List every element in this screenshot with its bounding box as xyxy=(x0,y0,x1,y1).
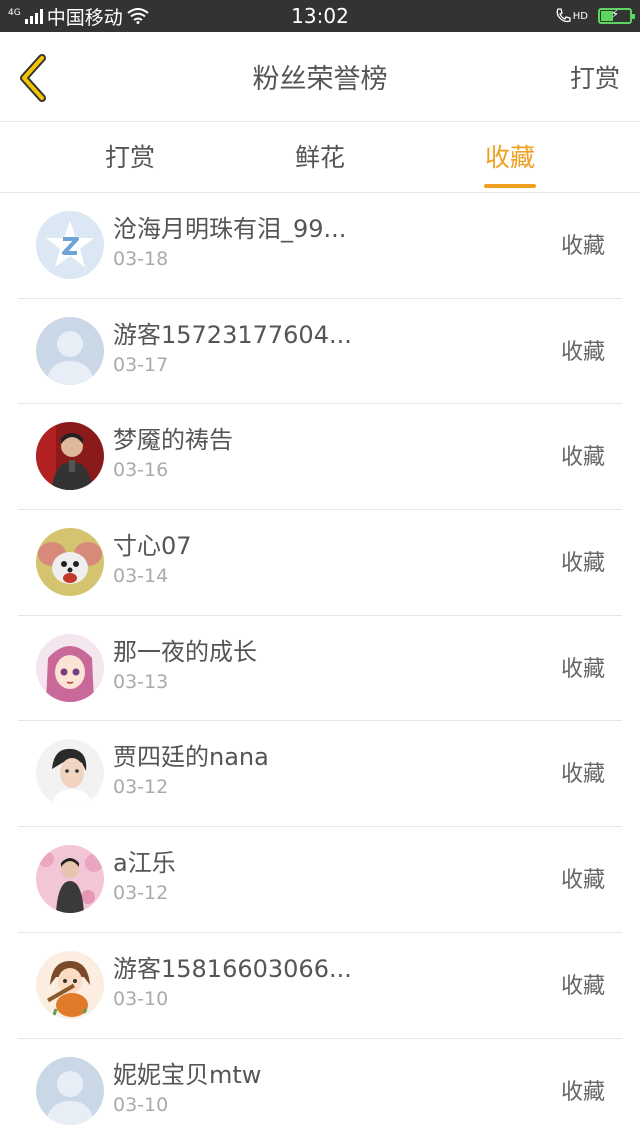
tab-label: 打赏 xyxy=(104,143,155,172)
action-label: 收藏 xyxy=(560,1079,605,1105)
pink-photo-icon xyxy=(36,845,104,914)
item-date: 03-12 xyxy=(113,776,169,799)
default-user-icon xyxy=(36,1056,104,1125)
list-item[interactable]: 游客15723177604... 03-17 收藏 xyxy=(18,299,622,405)
user-name: 妮妮宝贝mtw xyxy=(113,1060,262,1089)
list-item[interactable]: 游客15816603066... 03-10 收藏 xyxy=(18,933,622,1039)
list-item[interactable]: 那一夜的成长 03-13 收藏 xyxy=(18,616,622,722)
status-left: 4G 中国移动 xyxy=(8,3,149,30)
cartoon-girl-guitar-icon xyxy=(36,950,104,1019)
avatar[interactable] xyxy=(36,633,104,702)
avatar[interactable] xyxy=(36,845,104,914)
list-item[interactable]: 沧海月明珠有泪_99... 03-18 收藏 xyxy=(18,193,622,299)
wifi-icon xyxy=(127,8,149,24)
action-label: 收藏 xyxy=(560,339,605,365)
list-item[interactable]: a江乐 03-12 收藏 xyxy=(18,827,622,933)
action-label: 收藏 xyxy=(560,868,605,894)
action-label: 收藏 xyxy=(560,656,605,682)
list-item[interactable]: 贾四廷的nana 03-12 收藏 xyxy=(18,721,622,828)
chevron-left-icon xyxy=(20,54,46,102)
list-item[interactable]: 寸心07 03-14 收藏 xyxy=(18,510,622,616)
cartoon-mouse-icon xyxy=(36,528,104,597)
signal-icon xyxy=(24,8,43,24)
user-name: 游客15723177604... xyxy=(113,320,352,349)
nav-bar: 粉丝荣誉榜 打赏 xyxy=(0,32,640,122)
network-type: 4G xyxy=(8,7,21,18)
active-tab-indicator xyxy=(484,184,536,188)
tab-reward[interactable]: 打赏 xyxy=(35,122,225,193)
reward-button[interactable]: 打赏 xyxy=(570,59,620,95)
carrier-name: 中国移动 xyxy=(46,6,123,29)
item-date: 03-13 xyxy=(113,670,169,693)
avatar[interactable] xyxy=(36,422,104,491)
user-name: 梦魇的祷告 xyxy=(113,426,233,455)
tab-label: 收藏 xyxy=(484,143,535,172)
avatar[interactable] xyxy=(36,739,104,808)
action-label: 收藏 xyxy=(560,445,605,471)
user-name: 沧海月明珠有泪_99... xyxy=(113,215,347,243)
action-label: 收藏 xyxy=(560,551,605,577)
action-label: 收藏 xyxy=(560,762,605,788)
item-date: 03-16 xyxy=(113,459,169,482)
page-title: 粉丝荣誉榜 xyxy=(252,64,388,95)
battery-icon: ⚡ xyxy=(598,7,635,24)
default-user-icon xyxy=(36,316,104,385)
fan-list: 沧海月明珠有泪_99... 03-18 收藏 游客15723177604... … xyxy=(0,193,640,1138)
avatar[interactable] xyxy=(36,528,104,597)
action-label: 收藏 xyxy=(560,234,605,259)
item-date: 03-12 xyxy=(113,882,169,905)
list-item[interactable]: 妮妮宝贝mtw 03-10 收藏 xyxy=(18,1039,622,1138)
user-name: 寸心07 xyxy=(113,532,192,561)
status-bar: 4G 中国移动 13:02 HD ⚡ xyxy=(0,0,640,32)
tab-flowers[interactable]: 鲜花 xyxy=(225,122,415,193)
qq-star-icon xyxy=(36,211,104,279)
avatar[interactable] xyxy=(36,211,104,279)
tab-bar: 打赏 鲜花 收藏 xyxy=(0,122,640,193)
item-date: 03-18 xyxy=(113,248,169,270)
user-name: 那一夜的成长 xyxy=(113,637,257,666)
portrait-photo-icon xyxy=(36,739,104,808)
avatar[interactable] xyxy=(36,1056,104,1125)
tab-favorites[interactable]: 收藏 xyxy=(415,122,605,193)
anime-girl-icon xyxy=(36,633,104,702)
item-date: 03-17 xyxy=(113,353,169,376)
user-name: a江乐 xyxy=(113,849,176,878)
item-date: 03-14 xyxy=(113,565,169,588)
call-hd-icon: HD xyxy=(555,8,588,24)
item-date: 03-10 xyxy=(113,1093,169,1116)
avatar[interactable] xyxy=(36,316,104,385)
user-name: 贾四廷的nana xyxy=(113,743,269,772)
tab-label: 鲜花 xyxy=(294,143,345,172)
list-item[interactable]: 梦魇的祷告 03-16 收藏 xyxy=(18,404,622,511)
avatar[interactable] xyxy=(36,950,104,1019)
action-label: 收藏 xyxy=(560,973,605,999)
status-right: HD ⚡ xyxy=(555,7,635,24)
back-button[interactable] xyxy=(14,54,54,102)
man-photo-icon xyxy=(36,422,104,491)
user-name: 游客15816603066... xyxy=(113,954,352,983)
item-date: 03-10 xyxy=(113,987,169,1010)
